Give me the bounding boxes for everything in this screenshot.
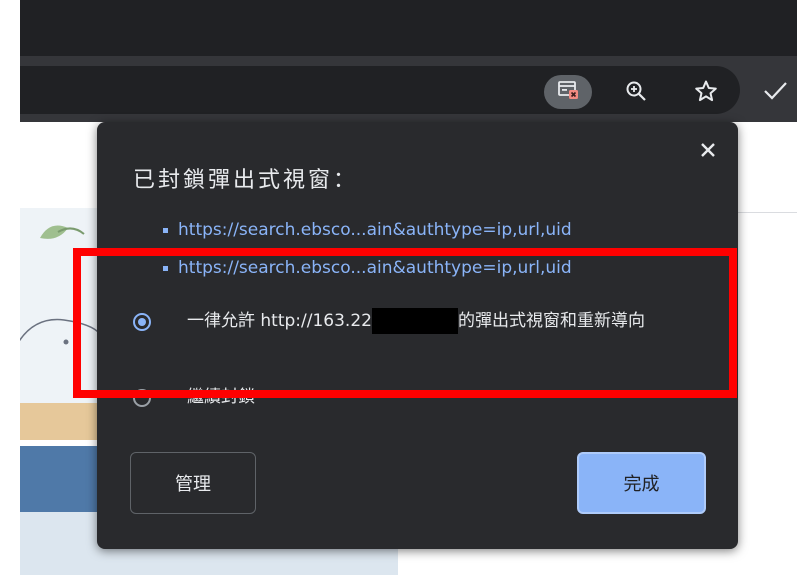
- page-illustration: [20, 208, 100, 440]
- allow-label-suffix: 的彈出式視窗和重新導向: [457, 311, 645, 331]
- block-option[interactable]: 繼續封鎖: [133, 384, 677, 410]
- popup-blocked-icon: [557, 80, 579, 104]
- popup-blocked-dialog: 已封鎖彈出式視窗： https://search.ebsco...ain&aut…: [97, 122, 738, 549]
- redaction-block: [371, 308, 458, 334]
- page-divider: [738, 212, 797, 213]
- block-radio[interactable]: [133, 389, 151, 407]
- manage-button[interactable]: 管理: [130, 452, 256, 514]
- extension-button[interactable]: [757, 76, 793, 110]
- checkmark-icon: [762, 80, 788, 106]
- block-option-label: 繼續封鎖: [187, 387, 255, 407]
- tab-strip: [20, 0, 797, 56]
- bullet-icon: [163, 227, 168, 233]
- bullet-icon: [163, 265, 168, 271]
- page-banner: [20, 446, 100, 512]
- allow-option[interactable]: 一律允許 http://163.22 的彈出式視窗和重新導向: [133, 308, 677, 334]
- bookmark-star-icon: [694, 79, 718, 107]
- blocked-link-text: https://search.ebsco...ain&authtype=ip,u…: [178, 220, 572, 240]
- close-icon: [700, 142, 716, 162]
- allow-option-label: 一律允許 http://163.22 的彈出式視窗和重新導向: [187, 308, 677, 334]
- allow-radio[interactable]: [133, 313, 151, 331]
- zoom-icon: [625, 80, 647, 106]
- page-left-margin: [0, 0, 20, 575]
- blocked-link[interactable]: https://search.ebsco...ain&authtype=ip,u…: [163, 220, 572, 240]
- blocked-link-text: https://search.ebsco...ain&authtype=ip,u…: [178, 258, 572, 278]
- blocked-link[interactable]: https://search.ebsco...ain&authtype=ip,u…: [163, 258, 572, 278]
- popup-blocked-button[interactable]: [544, 75, 592, 109]
- bookmark-button[interactable]: [688, 76, 724, 110]
- close-button[interactable]: [696, 140, 720, 164]
- done-button[interactable]: 完成: [577, 452, 706, 514]
- zoom-button[interactable]: [618, 76, 654, 110]
- dialog-title: 已封鎖彈出式視窗：: [133, 168, 359, 193]
- allow-label-prefix: 一律允許 http://163.22: [187, 311, 372, 331]
